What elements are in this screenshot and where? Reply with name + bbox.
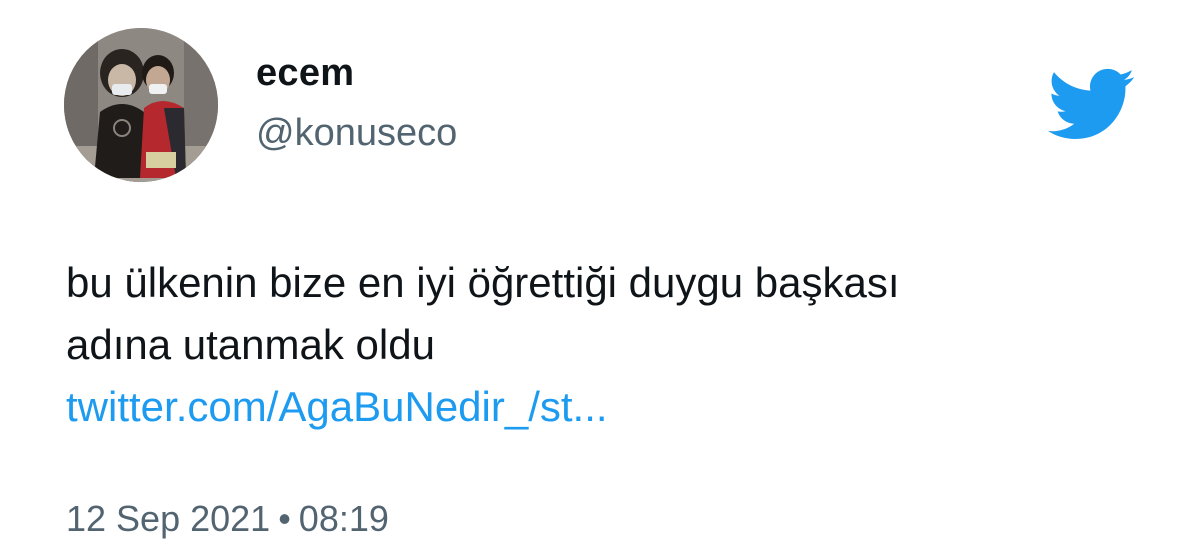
avatar-photo [64, 28, 218, 182]
tweet-timestamp[interactable]: 12 Sep 2021 • 08:19 [66, 498, 389, 540]
separator-dot: • [278, 498, 291, 539]
avatar[interactable] [64, 28, 218, 182]
twitter-bird-icon[interactable] [1044, 66, 1136, 142]
tweet-body: bu ülkenin bize en iyi öğrettiği duygu b… [66, 252, 1126, 438]
user-handle[interactable]: @konuseco [256, 112, 457, 155]
tweet-link[interactable]: twitter.com/AgaBuNedir_/st... [66, 376, 1126, 438]
tweet-text-line-2: adına utanmak oldu [66, 321, 435, 368]
user-display-name[interactable]: ecem [256, 52, 354, 95]
tweet-date: 12 Sep 2021 [66, 498, 271, 539]
tweet-text-line-1: bu ülkenin bize en iyi öğrettiği duygu b… [66, 259, 900, 306]
tweet-card: ecem @konuseco bu ülkenin bize en iyi öğ… [0, 0, 1200, 550]
tweet-time: 08:19 [298, 498, 389, 539]
